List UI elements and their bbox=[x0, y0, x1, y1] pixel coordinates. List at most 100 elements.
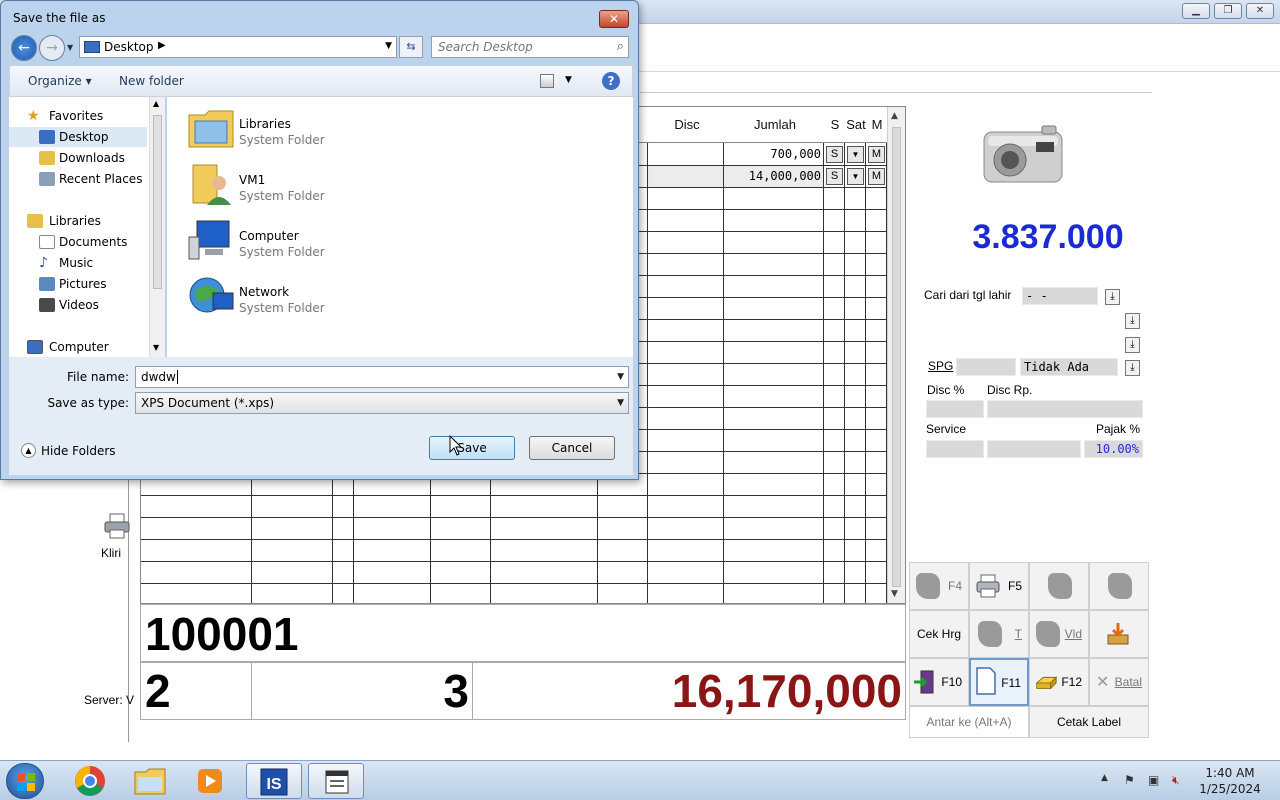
file-name-input[interactable]: dwdw ▼ bbox=[135, 366, 629, 388]
spg-download-icon[interactable]: ⤓ bbox=[1125, 360, 1140, 376]
service-field[interactable] bbox=[926, 440, 984, 458]
disc-rp-field[interactable] bbox=[987, 400, 1143, 418]
view-dropdown-icon[interactable]: ▼ bbox=[565, 75, 572, 85]
row-2-m-button[interactable]: M bbox=[868, 168, 885, 185]
new-folder-button[interactable]: New folder bbox=[119, 74, 184, 88]
t-button[interactable]: T bbox=[969, 610, 1029, 658]
f11-new-button[interactable]: F11 bbox=[969, 658, 1029, 706]
nav-recent-places[interactable]: Recent Places bbox=[9, 169, 149, 189]
nav-computer[interactable]: Computer bbox=[9, 337, 149, 357]
row-2-s-button[interactable]: S bbox=[826, 168, 843, 185]
download-tray-button[interactable] bbox=[1089, 610, 1149, 658]
search-input[interactable] bbox=[432, 37, 602, 57]
col-s[interactable]: S bbox=[825, 107, 845, 143]
file-network[interactable]: Network System Folder bbox=[187, 269, 487, 321]
pajak-field[interactable]: 10.00% bbox=[1084, 440, 1143, 458]
hide-folders-button[interactable]: Hide Folders bbox=[41, 444, 116, 458]
dialog-close-button[interactable]: ✕ bbox=[599, 10, 629, 28]
f5-print-button[interactable]: F5 bbox=[969, 562, 1029, 610]
nav-desktop[interactable]: Desktop bbox=[9, 127, 147, 147]
scroll-thumb[interactable] bbox=[153, 115, 162, 289]
cetak-label-button[interactable]: Cetak Label bbox=[1029, 706, 1149, 738]
file-computer[interactable]: Computer System Folder bbox=[187, 213, 487, 265]
scroll-down-arrow[interactable]: ▼ bbox=[153, 343, 159, 352]
scroll-down-arrow[interactable]: ▼ bbox=[891, 589, 898, 599]
view-options-icon[interactable] bbox=[540, 74, 554, 88]
antar-button[interactable]: Antar ke (Alt+A) bbox=[909, 706, 1029, 738]
restore-button[interactable]: ❐ bbox=[1214, 3, 1242, 19]
row-1-sat-dropdown[interactable]: ▼ bbox=[847, 146, 864, 163]
hide-folders-icon[interactable]: ▲ bbox=[21, 443, 36, 458]
disabled-button[interactable] bbox=[1029, 562, 1089, 610]
organize-menu[interactable]: Organize ▾ bbox=[28, 74, 92, 88]
history-dropdown-icon[interactable]: ▼ bbox=[67, 43, 73, 52]
nav-videos[interactable]: Videos bbox=[9, 295, 149, 315]
col-disc[interactable]: Disc bbox=[649, 107, 725, 143]
file-vm1[interactable]: VM1 System Folder bbox=[187, 157, 487, 209]
nav-favorites[interactable]: ★ Favorites bbox=[9, 106, 149, 126]
file-libraries[interactable]: Libraries System Folder bbox=[187, 101, 487, 153]
address-bar[interactable]: Desktop ▶ ▼ bbox=[79, 36, 397, 58]
row-2-sat-dropdown[interactable]: ▼ bbox=[847, 168, 864, 185]
col-sat[interactable]: Sat bbox=[845, 107, 867, 143]
nav-scrollbar[interactable]: ▲ ▼ bbox=[149, 97, 165, 357]
scroll-up-arrow[interactable]: ▲ bbox=[153, 99, 159, 108]
taskbar-explorer[interactable] bbox=[122, 763, 178, 799]
col-m[interactable]: M bbox=[867, 107, 887, 143]
service-rp-field[interactable] bbox=[987, 440, 1081, 458]
save-button[interactable]: Save bbox=[429, 436, 515, 460]
cari-field[interactable]: - - bbox=[1022, 287, 1098, 305]
disc-pct-field[interactable] bbox=[926, 400, 984, 418]
address-dropdown-icon[interactable]: ▼ bbox=[385, 41, 392, 51]
void-button[interactable]: Vld bbox=[1029, 610, 1089, 658]
f12-button[interactable]: F12 bbox=[1029, 658, 1089, 706]
forward-button[interactable]: → bbox=[39, 35, 65, 61]
nav-music[interactable]: ♪ Music bbox=[9, 253, 149, 273]
nav-documents[interactable]: Documents bbox=[9, 232, 149, 252]
volume-muted-icon[interactable]: 🔇︎ bbox=[1172, 773, 1180, 788]
download-icon[interactable]: ⤓ bbox=[1125, 313, 1140, 329]
taskbar-media-player[interactable] bbox=[182, 763, 238, 799]
minimize-button[interactable]: ▁ bbox=[1182, 3, 1210, 19]
network-icon[interactable]: ▣ bbox=[1148, 773, 1159, 787]
close-main-button[interactable]: ✕ bbox=[1246, 3, 1274, 19]
scroll-up-arrow[interactable]: ▲ bbox=[891, 111, 898, 121]
cari-download-icon[interactable]: ⤓ bbox=[1105, 289, 1120, 305]
clock-time[interactable]: 1:40 AM bbox=[1190, 766, 1270, 780]
taskbar-document-window[interactable] bbox=[308, 763, 364, 799]
cancel-button[interactable]: Cancel bbox=[529, 436, 615, 460]
disabled-button[interactable] bbox=[1089, 562, 1149, 610]
f4-button[interactable]: F4 bbox=[909, 562, 969, 610]
row-1-s-button[interactable]: S bbox=[826, 146, 843, 163]
cek-harga-button[interactable]: Cek Hrg bbox=[909, 610, 969, 658]
nav-libraries[interactable]: Libraries bbox=[9, 211, 149, 231]
clock-date[interactable]: 1/25/2024 bbox=[1190, 782, 1270, 796]
file-name-dropdown-icon[interactable]: ▼ bbox=[617, 367, 624, 387]
row-2-jumlah[interactable]: 14,000,000 bbox=[725, 169, 821, 183]
refresh-button[interactable]: ⇆ bbox=[399, 36, 423, 58]
address-desktop[interactable]: Desktop bbox=[104, 40, 154, 54]
help-icon[interactable]: ? bbox=[602, 72, 620, 90]
show-hidden-icons[interactable]: ▲ bbox=[1101, 773, 1108, 783]
action-center-flag-icon[interactable]: ⚑ bbox=[1124, 773, 1135, 787]
taskbar-chrome[interactable] bbox=[62, 763, 118, 799]
f10-exit-button[interactable]: F10 bbox=[909, 658, 969, 706]
nav-downloads[interactable]: Downloads bbox=[9, 148, 149, 168]
scroll-thumb[interactable] bbox=[892, 127, 901, 587]
batal-button[interactable]: ✕ Batal bbox=[1089, 658, 1149, 706]
save-type-dropdown-icon[interactable]: ▼ bbox=[617, 393, 624, 413]
download-icon[interactable]: ⤓ bbox=[1125, 337, 1140, 353]
spg-code-field[interactable] bbox=[956, 358, 1016, 376]
row-1-m-button[interactable]: M bbox=[868, 146, 885, 163]
row-1-jumlah[interactable]: 700,000 bbox=[725, 147, 821, 161]
nav-pictures[interactable]: Pictures bbox=[9, 274, 149, 294]
printer-icon[interactable] bbox=[104, 512, 130, 542]
start-button[interactable] bbox=[6, 763, 44, 799]
breadcrumb-arrow-icon[interactable]: ▶ bbox=[158, 40, 166, 51]
col-jumlah[interactable]: Jumlah bbox=[725, 107, 825, 143]
save-type-select[interactable]: XPS Document (*.xps) ▼ bbox=[135, 392, 629, 414]
back-button[interactable]: ← bbox=[11, 35, 37, 61]
spg-name-field[interactable]: Tidak Ada bbox=[1020, 358, 1118, 376]
grid-scrollbar[interactable]: ▲ ▼ bbox=[887, 107, 905, 603]
taskbar-pos-app[interactable]: IS bbox=[246, 763, 302, 799]
